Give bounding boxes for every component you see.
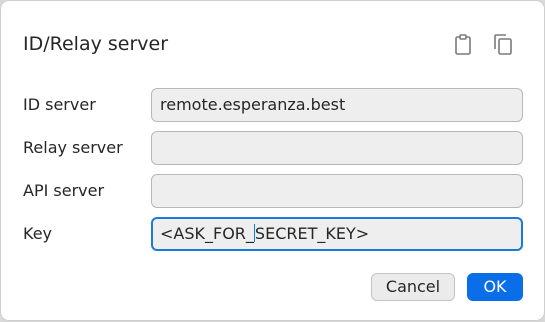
ok-button[interactable]: OK [467,273,523,301]
key-value-before-caret: <ASK_FOR_ [160,224,254,243]
copy-icon[interactable] [491,32,515,56]
api-server-label: API server [23,181,105,200]
key-value-after-caret: SECRET_KEY> [254,224,370,243]
server-settings-dialog: ID/Relay server ID server remote.esperan… [1,1,544,320]
id-server-input[interactable]: remote.esperanza.best [151,88,523,122]
key-label: Key [23,224,53,243]
clipboard-paste-icon[interactable] [451,32,475,56]
relay-server-label: Relay server [23,138,123,157]
dialog-title: ID/Relay server [23,33,169,55]
relay-server-input[interactable] [151,131,523,165]
id-server-label: ID server [23,95,96,114]
api-server-input[interactable] [151,174,523,208]
key-input[interactable]: <ASK_FOR_SECRET_KEY> [151,217,523,251]
cancel-button[interactable]: Cancel [371,273,455,301]
